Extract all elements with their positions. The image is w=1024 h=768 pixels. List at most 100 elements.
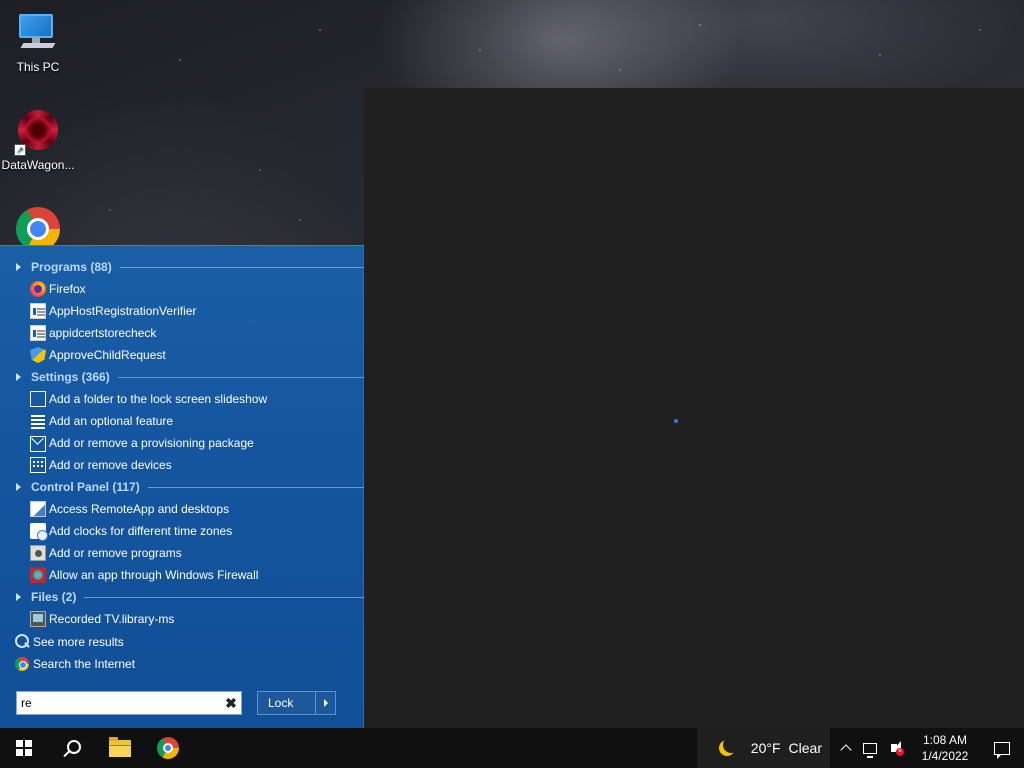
taskbar: 20°F Clear × 1:08 AM 1/4/2022 xyxy=(0,728,1024,768)
clock-date: 1/4/2022 xyxy=(921,749,969,763)
expand-arrow-icon xyxy=(16,373,21,381)
chrome-icon xyxy=(15,657,29,671)
clock-icon xyxy=(30,523,48,541)
category-programs[interactable]: Programs (88) xyxy=(0,256,364,278)
result-label: Add or remove programs xyxy=(49,546,182,560)
result-item-clocks[interactable]: Add clocks for different time zones xyxy=(0,520,364,542)
start-button[interactable] xyxy=(0,728,48,768)
desktop-icon-this-pc[interactable]: This PC xyxy=(0,10,76,74)
result-label: Access RemoteApp and desktops xyxy=(49,502,230,516)
result-item-optional-feature[interactable]: Add an optional feature xyxy=(0,410,364,432)
result-label: ApproveChildRequest xyxy=(49,348,166,362)
category-label: Settings (366) xyxy=(31,370,110,384)
keyboard-icon xyxy=(30,457,46,473)
app-icon xyxy=(30,325,46,341)
result-item-devices[interactable]: Add or remove devices xyxy=(0,454,364,476)
app-window[interactable] xyxy=(364,88,1024,728)
clear-search-icon[interactable]: ✖ xyxy=(221,695,241,712)
action-center-button[interactable] xyxy=(980,728,1024,768)
expand-arrow-icon xyxy=(16,263,21,271)
folder-icon xyxy=(109,737,131,757)
result-label: Add or remove a provisioning package xyxy=(49,436,254,450)
taskbar-clock[interactable]: 1:08 AM 1/4/2022 xyxy=(910,732,980,764)
list-icon xyxy=(30,413,46,429)
result-item-appidcertstorecheck[interactable]: appidcertstorecheck xyxy=(0,322,364,344)
volume-button[interactable]: × xyxy=(882,728,906,768)
weather-temperature: 20°F xyxy=(750,740,781,756)
see-more-label: See more results xyxy=(33,635,124,649)
result-item-recorded-tv[interactable]: Recorded TV.library-ms xyxy=(0,608,364,630)
network-icon xyxy=(863,742,877,758)
result-label: Recorded TV.library-ms xyxy=(49,612,175,626)
expand-arrow-icon xyxy=(16,483,21,491)
result-label: Add or remove devices xyxy=(49,458,172,472)
search-results: Programs (88) Firefox AppHostRegistratio… xyxy=(0,256,364,675)
result-item-add-remove-programs[interactable]: Add or remove programs xyxy=(0,542,364,564)
moon-icon xyxy=(723,737,739,753)
result-label: Add a folder to the lock screen slidesho… xyxy=(49,392,268,406)
taskbar-file-explorer[interactable] xyxy=(96,728,144,768)
lock-button[interactable]: Lock xyxy=(258,692,315,714)
system-tray: × xyxy=(830,728,910,768)
divider xyxy=(119,266,364,268)
result-label: Add an optional feature xyxy=(49,414,174,428)
windows-icon xyxy=(16,740,32,756)
search-input[interactable] xyxy=(17,693,221,713)
result-item-remoteapp[interactable]: Access RemoteApp and desktops xyxy=(0,498,364,520)
search-internet-label: Search the Internet xyxy=(33,657,136,671)
shortcut-arrow-icon: ↗ xyxy=(14,144,26,156)
result-item-firefox[interactable]: Firefox xyxy=(0,278,364,300)
result-item-lock-screen-slideshow[interactable]: Add a folder to the lock screen slidesho… xyxy=(0,388,364,410)
category-label: Control Panel (117) xyxy=(31,480,140,494)
desktop-icon-label: DataWagon... xyxy=(1,158,75,172)
shield-icon xyxy=(30,347,46,363)
result-item-firewall[interactable]: Allow an app through Windows Firewall xyxy=(0,564,364,586)
chrome-icon xyxy=(157,737,179,759)
clock-time: 1:08 AM xyxy=(922,733,968,747)
firefox-icon xyxy=(30,281,46,297)
mute-badge-icon: × xyxy=(896,748,904,756)
expand-arrow-icon xyxy=(16,593,21,601)
weather-widget[interactable]: 20°F Clear xyxy=(696,728,830,768)
result-label: Allow an app through Windows Firewall xyxy=(49,568,259,582)
result-item-approvechildrequest[interactable]: ApproveChildRequest xyxy=(0,344,364,366)
desktop-icon-datawagon[interactable]: ↗ DataWagon... xyxy=(0,108,76,172)
category-control-panel[interactable]: Control Panel (117) xyxy=(0,476,364,498)
start-menu: Programs (88) Firefox AppHostRegistratio… xyxy=(0,245,364,728)
loading-indicator xyxy=(674,419,678,423)
chevron-up-icon xyxy=(840,744,852,756)
divider xyxy=(84,596,364,598)
weather-condition: Clear xyxy=(788,740,822,756)
app-icon xyxy=(30,303,46,319)
power-options-arrow-icon[interactable] xyxy=(315,692,335,714)
package-icon xyxy=(30,436,46,452)
result-label: AppHostRegistrationVerifier xyxy=(49,304,197,318)
tv-library-icon xyxy=(30,611,46,627)
result-label: Add clocks for different time zones xyxy=(49,524,233,538)
this-pc-icon xyxy=(14,10,62,58)
firewall-icon xyxy=(30,567,46,583)
start-search-box: ✖ xyxy=(16,691,242,715)
lock-split-button: Lock xyxy=(257,691,336,715)
search-internet-link[interactable]: Search the Internet xyxy=(0,653,364,675)
category-label: Programs (88) xyxy=(31,260,112,274)
show-hidden-icons-button[interactable] xyxy=(834,728,858,768)
datawagon-icon: ↗ xyxy=(14,108,62,156)
network-button[interactable] xyxy=(858,728,882,768)
category-label: Files (2) xyxy=(31,590,77,604)
category-settings[interactable]: Settings (366) xyxy=(0,366,364,388)
taskbar-chrome[interactable] xyxy=(144,728,192,768)
lock-screen-icon xyxy=(30,391,46,407)
desktop-icon-label: This PC xyxy=(16,60,60,74)
result-item-apphostregistrationverifier[interactable]: AppHostRegistrationVerifier xyxy=(0,300,364,322)
result-label: Firefox xyxy=(49,282,86,296)
category-files[interactable]: Files (2) xyxy=(0,586,364,608)
result-item-provisioning-package[interactable]: Add or remove a provisioning package xyxy=(0,432,364,454)
notification-icon xyxy=(994,741,1010,759)
search-icon xyxy=(15,634,29,648)
taskbar-search-button[interactable] xyxy=(48,728,96,768)
search-icon xyxy=(66,739,81,754)
divider xyxy=(117,376,364,378)
programs-icon xyxy=(30,545,46,561)
see-more-results-link[interactable]: See more results xyxy=(0,631,364,653)
